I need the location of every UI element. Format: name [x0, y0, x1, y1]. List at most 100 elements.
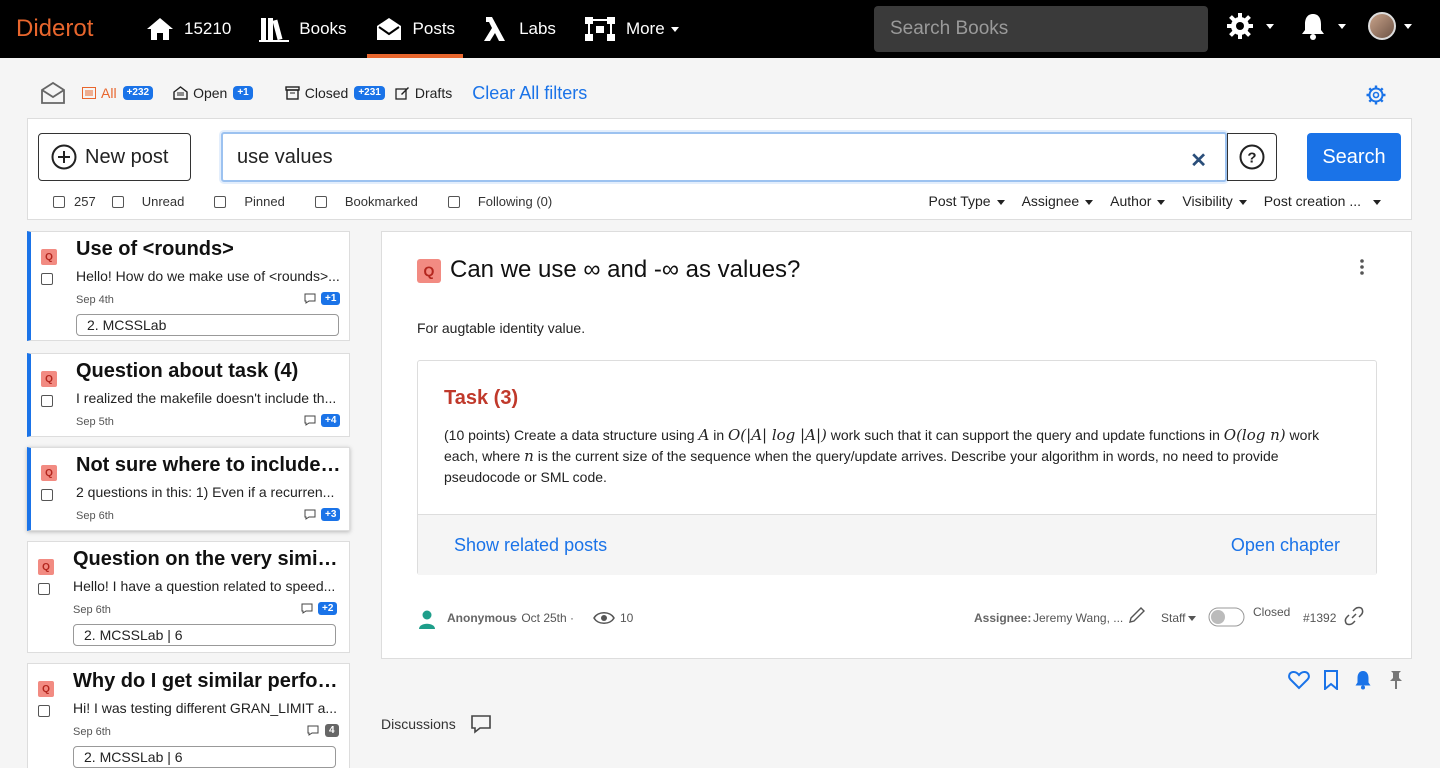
- notifications-menu[interactable]: [1300, 12, 1346, 40]
- new-post-button[interactable]: New post: [38, 133, 191, 181]
- nav-books[interactable]: Books: [245, 0, 360, 58]
- svg-text:?: ?: [1247, 150, 1256, 167]
- link-icon[interactable]: [1344, 606, 1364, 626]
- status-filters: All +232 Open +1 Closed +231 Drafts Clea…: [40, 78, 587, 108]
- search-input[interactable]: [223, 145, 1163, 169]
- checkbox[interactable]: [447, 195, 460, 208]
- task-text-part: (10 points) Create a data structure usin…: [444, 427, 699, 443]
- post-date: Sep 6th: [73, 726, 111, 738]
- gear-icon[interactable]: [1366, 85, 1386, 105]
- dropdown-label: Post Type: [928, 193, 991, 209]
- edit-icon: [395, 87, 409, 100]
- dropdown-author[interactable]: Author: [1110, 193, 1166, 209]
- nav-posts[interactable]: Posts: [361, 0, 470, 58]
- checkbox-select-all[interactable]: 257: [53, 194, 96, 209]
- dropdown-visibility[interactable]: Visibility: [1182, 193, 1247, 209]
- clear-filters-link[interactable]: Clear All filters: [472, 83, 587, 104]
- question-badge: Q: [38, 681, 54, 697]
- filter-drafts[interactable]: Drafts: [395, 85, 452, 101]
- checkbox-pinned[interactable]: Pinned: [214, 194, 285, 209]
- bell-icon[interactable]: [1354, 670, 1372, 690]
- caret-down-icon: [1188, 616, 1197, 622]
- tag-chip[interactable]: 2. MCSSLab | 6: [73, 746, 336, 768]
- filter-closed-label: Closed: [304, 85, 349, 101]
- dropdown-assignee[interactable]: Assignee: [1022, 193, 1094, 209]
- bookmark-icon[interactable]: [1323, 670, 1339, 690]
- nav-posts-label: Posts: [412, 19, 456, 38]
- avatar: [1368, 12, 1396, 40]
- dropdown-post-creation[interactable]: Post creation ...: [1264, 193, 1381, 209]
- question-badge: Q: [38, 559, 54, 575]
- pin-icon[interactable]: [1387, 670, 1405, 690]
- help-button[interactable]: ?: [1227, 133, 1277, 181]
- list-item[interactable]: Q Question on the very simila... Hello! …: [27, 541, 350, 653]
- heart-icon[interactable]: [1288, 670, 1310, 690]
- checkbox[interactable]: [41, 489, 53, 501]
- sitemap-icon: [584, 17, 615, 41]
- search-button[interactable]: Search: [1307, 133, 1401, 181]
- comment-icon[interactable]: [470, 714, 492, 734]
- open-chapter-link[interactable]: Open chapter: [1231, 535, 1340, 556]
- search-checkboxes: 257 Unread Pinned Bookmarked Following (…: [53, 194, 582, 209]
- list-item[interactable]: Q Question about task (4) I realized the…: [27, 353, 350, 437]
- more-vertical-icon[interactable]: [1359, 258, 1365, 276]
- filter-all[interactable]: All +232: [82, 85, 154, 101]
- user-menu[interactable]: [1368, 12, 1412, 40]
- caret-down-icon: [1373, 199, 1381, 205]
- nav-more[interactable]: More: [570, 0, 693, 58]
- comment-icon: [304, 509, 316, 520]
- checkbox[interactable]: [53, 195, 65, 208]
- checkbox[interactable]: [38, 583, 50, 595]
- filter-closed[interactable]: Closed +231: [285, 85, 385, 101]
- checkbox-label: Unread: [141, 194, 185, 209]
- close-icon[interactable]: ✕: [1190, 148, 1207, 173]
- math: O(|A| log |A|): [728, 426, 827, 444]
- checkbox[interactable]: [111, 195, 124, 208]
- nav-labs[interactable]: Labs: [469, 0, 570, 58]
- archive-icon: [285, 86, 300, 100]
- post-snippet: Hello! I have a question related to spee…: [73, 578, 336, 594]
- checkbox[interactable]: [214, 195, 227, 208]
- list-item[interactable]: Q Not sure where to include c... 2 quest…: [27, 447, 350, 531]
- status-toggle[interactable]: [1208, 606, 1246, 628]
- list-icon: [82, 87, 96, 99]
- visibility-dropdown[interactable]: Staff: [1161, 611, 1197, 625]
- settings-menu[interactable]: [1226, 12, 1274, 40]
- home-icon: [147, 18, 173, 40]
- search-books-input[interactable]: [874, 6, 1208, 52]
- checkbox[interactable]: [41, 273, 53, 285]
- checkbox-unread[interactable]: Unread: [111, 194, 185, 209]
- tag-chip[interactable]: 2. MCSSLab | 6: [73, 624, 336, 646]
- eye-icon: [593, 612, 615, 624]
- comment-icon: [307, 725, 319, 736]
- checkbox-bookmarked[interactable]: Bookmarked: [314, 194, 418, 209]
- nav-home[interactable]: 15210: [132, 0, 245, 58]
- post-date: · Oct 25th ·: [514, 611, 575, 625]
- checkbox-label: Pinned: [244, 194, 285, 209]
- reply-count: +3: [321, 508, 341, 521]
- filter-open[interactable]: Open +1: [173, 85, 253, 101]
- envelope-open-icon: [376, 18, 401, 40]
- caret-down-icon: [996, 199, 1005, 205]
- tag-chip[interactable]: 2. MCSSLab: [76, 314, 339, 336]
- post-date: Sep 4th: [76, 294, 114, 306]
- dropdown-post-type[interactable]: Post Type: [929, 193, 1005, 209]
- pencil-icon[interactable]: [1127, 605, 1147, 625]
- checkbox-label: 257: [74, 194, 96, 209]
- brand-logo[interactable]: Diderot: [16, 15, 132, 43]
- post-snippet: Hello! How do we make use of <rounds>...: [76, 268, 340, 284]
- checkbox[interactable]: [314, 195, 327, 208]
- list-item[interactable]: Q Why do I get similar perfor... Hi! I w…: [27, 663, 350, 768]
- post-date: Sep 6th: [73, 604, 111, 616]
- checkbox[interactable]: [38, 705, 50, 717]
- task-title: Task (3): [444, 387, 519, 409]
- nav-more-label: More: [625, 19, 665, 38]
- show-related-posts-link[interactable]: Show related posts: [454, 535, 607, 556]
- question-badge: Q: [41, 249, 57, 265]
- checkbox-following[interactable]: Following (0): [447, 194, 552, 209]
- plus-circle-icon: [51, 144, 77, 170]
- caret-down-icon: [1338, 23, 1346, 29]
- checkbox[interactable]: [41, 395, 53, 407]
- list-item[interactable]: Q Use of <rounds> Hello! How do we make …: [27, 231, 350, 341]
- dropdown-label: Assignee: [1021, 193, 1080, 209]
